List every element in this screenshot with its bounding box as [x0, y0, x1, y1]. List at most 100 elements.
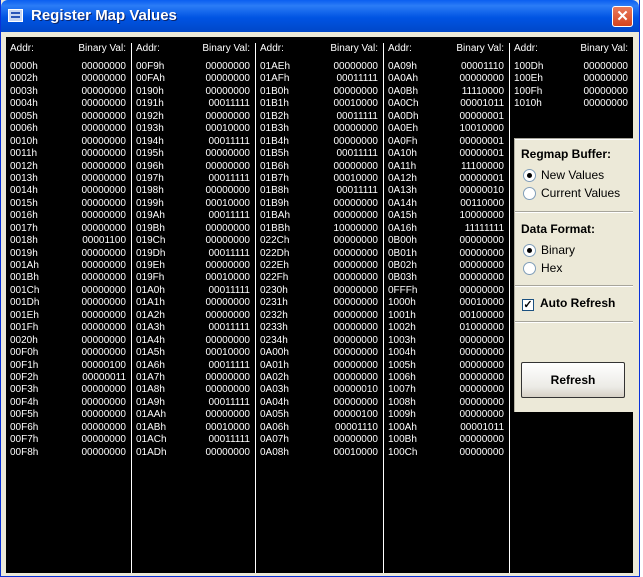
register-value: 00000000	[459, 396, 505, 408]
register-value: 00000000	[333, 434, 379, 446]
register-value: 00000000	[333, 359, 379, 371]
register-address: 100Fh	[514, 85, 543, 97]
register-value: 00010000	[333, 446, 379, 458]
addr-header: Addr:	[10, 43, 34, 54]
register-row: 1010h 00000000	[510, 98, 633, 110]
close-button[interactable]: ✕	[612, 6, 633, 27]
register-address: 0B01h	[388, 247, 417, 259]
register-value: 00000000	[333, 322, 379, 334]
auto-refresh-checkbox[interactable]: ✓	[522, 299, 534, 311]
options-panel: Regmap Buffer: New Values Current Values…	[514, 138, 633, 412]
register-value: 00000000	[205, 185, 251, 197]
radio-current-values[interactable]	[523, 187, 536, 200]
register-address: 00F1h	[10, 359, 39, 371]
title-bar[interactable]: Register Map Values ✕	[1, 0, 639, 32]
radio-binary[interactable]	[523, 244, 536, 257]
divider	[515, 211, 633, 213]
register-row: 01B3h 00000000	[256, 123, 383, 135]
register-row: 00FAh 00000000	[132, 73, 255, 85]
register-value: 00011111	[208, 284, 250, 296]
register-row: 01AAh 00000000	[132, 409, 255, 421]
register-value: 10000000	[459, 210, 505, 222]
radio-binary-label[interactable]: Binary	[541, 243, 575, 257]
column-header: Addr: Binary Val:	[132, 43, 255, 61]
register-row: 0019h 00000000	[6, 248, 131, 260]
register-row: 0A15h 10000000	[384, 210, 509, 222]
radio-hex[interactable]	[523, 262, 536, 275]
register-value: 00001100	[82, 235, 126, 247]
register-address: 00F8h	[10, 446, 39, 458]
register-row: 0A03h 00000010	[256, 384, 383, 396]
register-address: 0B03h	[388, 272, 417, 284]
register-row: 0012h 00000000	[6, 161, 131, 173]
register-value: 00000010	[459, 185, 505, 197]
register-row: 0A04h 00000000	[256, 397, 383, 409]
register-row: 01A3h 00011111	[132, 322, 255, 334]
register-value: 00100000	[459, 309, 505, 321]
register-address: 0231h	[260, 297, 288, 309]
register-value: 00000000	[81, 210, 127, 222]
register-value: 00000000	[333, 347, 379, 359]
register-row: 00F3h 00000000	[6, 384, 131, 396]
register-address: 100Ch	[388, 446, 418, 458]
register-row: 0000h 00000000	[6, 61, 131, 73]
register-address: 01BAh	[260, 210, 291, 222]
register-address: 0190h	[136, 85, 164, 97]
register-address: 0A04h	[260, 396, 289, 408]
register-address: 01AEh	[260, 61, 291, 72]
register-value: 00110000	[460, 197, 504, 209]
register-column-1: Addr: Binary Val: 0000h 00000000 0002h 000000…	[6, 43, 131, 573]
auto-refresh-label[interactable]: Auto Refresh	[540, 296, 615, 310]
register-row: 022Fh 00000000	[256, 272, 383, 284]
register-row: 1000h 00010000	[384, 297, 509, 309]
register-address: 01B1h	[260, 98, 289, 110]
register-address: 100Eh	[514, 73, 543, 85]
register-value: 00011111	[208, 396, 250, 408]
radio-hex-label[interactable]: Hex	[541, 261, 562, 275]
register-value: 00000000	[205, 409, 251, 421]
register-row: 022Dh 00000000	[256, 248, 383, 260]
register-value: 00000000	[459, 434, 505, 446]
register-row: 1002h 01000000	[384, 322, 509, 334]
addr-header: Addr:	[514, 43, 538, 54]
register-row: 01B7h 00010000	[256, 173, 383, 185]
register-value: 00000000	[459, 347, 505, 359]
register-map-window: Register Map Values ✕ Addr: Binary Val: 00…	[0, 0, 640, 577]
data-format-title: Data Format:	[521, 222, 596, 236]
addr-header: Addr:	[388, 43, 412, 54]
radio-current-values-label[interactable]: Current Values	[541, 186, 620, 200]
register-value: 00000100	[333, 409, 379, 421]
register-address: 01A0h	[136, 284, 165, 296]
register-value: 00000000	[459, 359, 505, 371]
radio-new-values[interactable]	[523, 169, 536, 182]
register-address: 00F3h	[10, 384, 39, 396]
register-value: 00000000	[459, 446, 505, 458]
register-value: 11110000	[461, 85, 504, 97]
register-address: 1007h	[388, 384, 416, 396]
register-row: 019Bh 00000000	[132, 223, 255, 235]
register-address: 0000h	[10, 61, 38, 72]
register-value: 00000000	[81, 272, 127, 284]
register-address: 001Eh	[10, 309, 39, 321]
register-value: 00000000	[81, 185, 127, 197]
register-address: 1003h	[388, 334, 416, 346]
register-address: 0FFFh	[388, 284, 418, 296]
radio-new-values-label[interactable]: New Values	[541, 168, 604, 182]
register-row: 0B00h 00000000	[384, 235, 509, 247]
register-value: 00011111	[208, 172, 250, 184]
register-value: 00000000	[81, 396, 127, 408]
register-row: 01ABh 00010000	[132, 422, 255, 434]
register-value: 00000000	[205, 371, 251, 383]
refresh-button[interactable]: Refresh	[521, 362, 625, 398]
register-address: 1002h	[388, 322, 416, 334]
register-address: 0004h	[10, 98, 38, 110]
register-address: 01B4h	[260, 135, 289, 147]
register-address: 001Bh	[10, 272, 39, 284]
close-icon: ✕	[616, 8, 629, 25]
register-row: 0A0Bh 11110000	[384, 86, 509, 98]
register-value: 00000000	[459, 384, 505, 396]
register-row: 019Dh 00011111	[132, 248, 255, 260]
register-address: 0230h	[260, 284, 288, 296]
register-value: 00000000	[81, 347, 127, 359]
register-address: 0A0Bh	[388, 85, 419, 97]
